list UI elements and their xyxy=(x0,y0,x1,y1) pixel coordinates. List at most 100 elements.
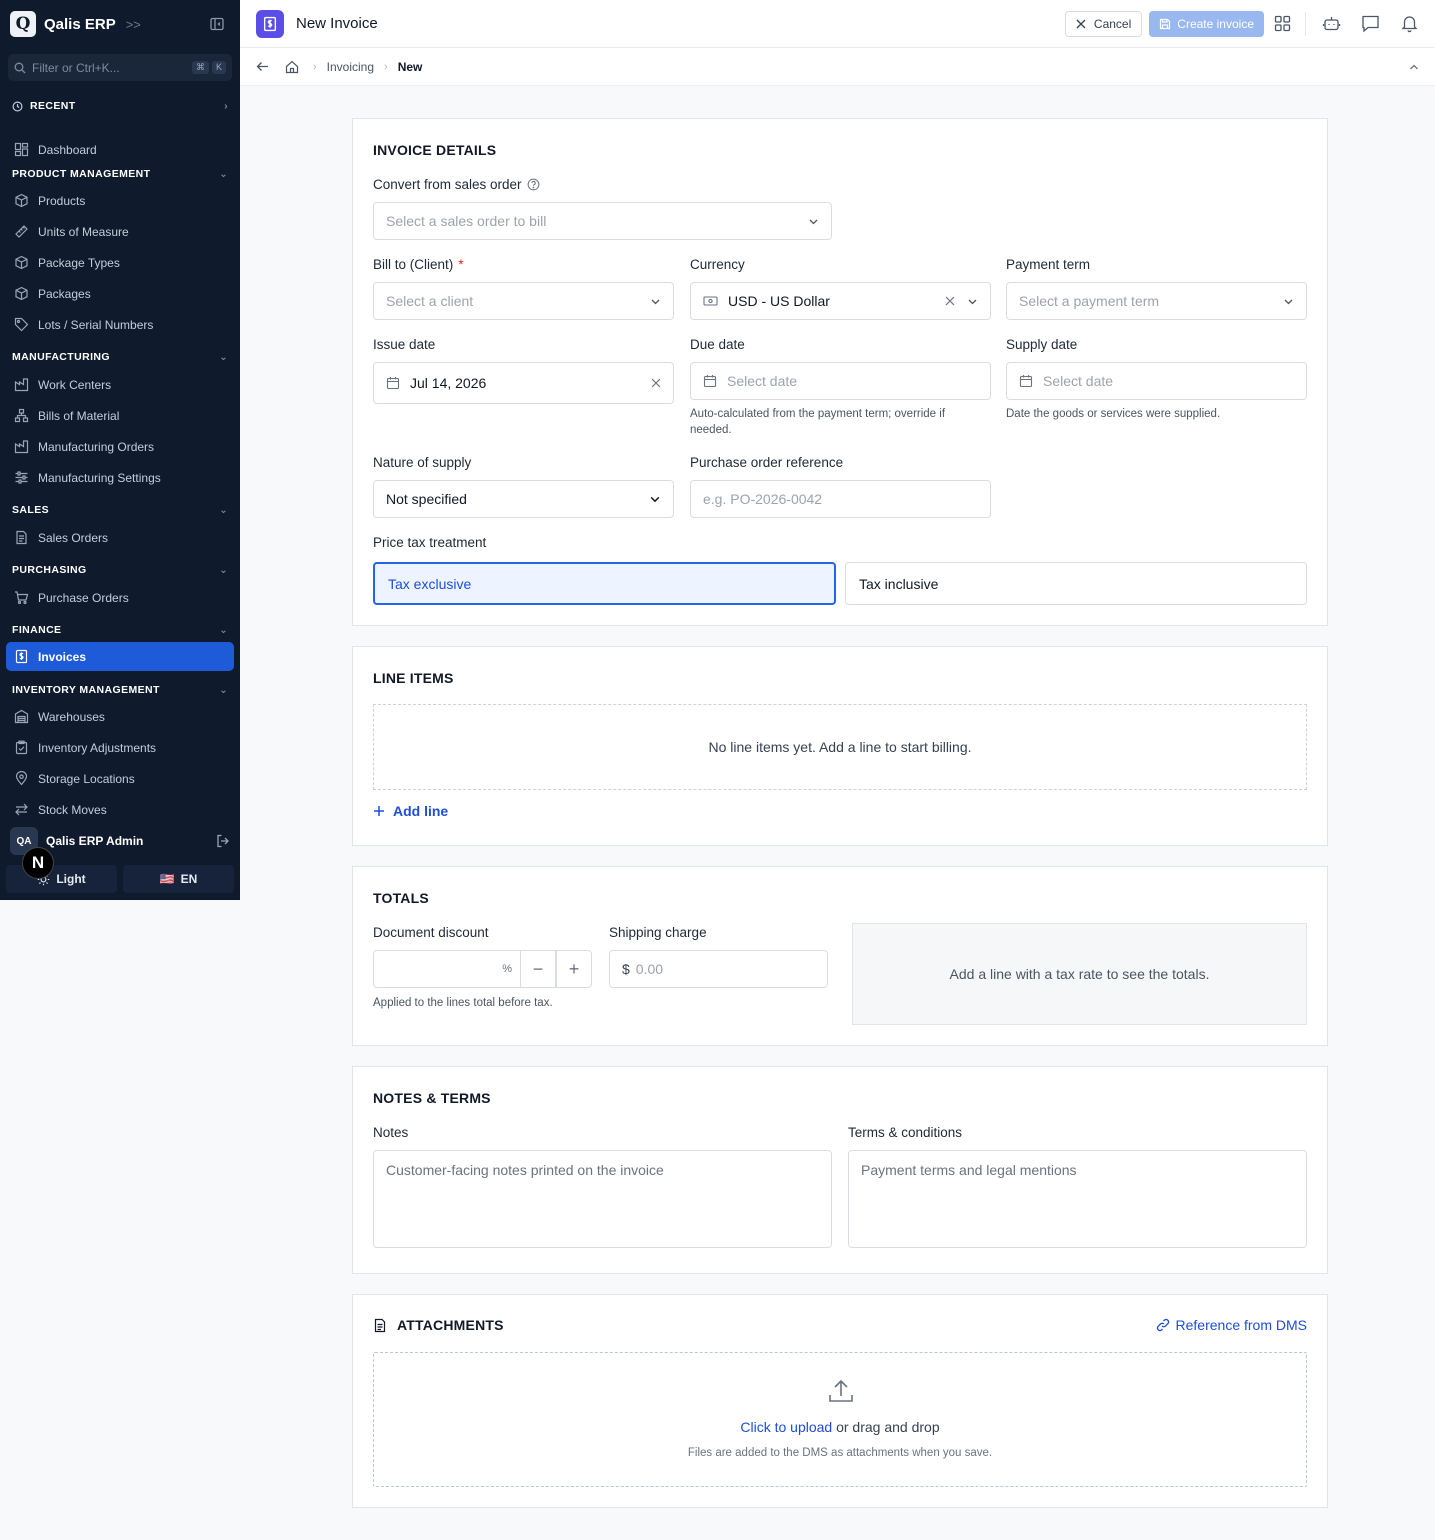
tax-exclusive-option[interactable]: Tax exclusive xyxy=(373,562,836,605)
sidebar-recent[interactable]: RECENT › xyxy=(0,98,240,114)
chevron-down-icon xyxy=(650,496,660,503)
bill-to-label: Bill to (Client) * xyxy=(373,257,464,272)
sidebar-item-warehouses[interactable]: Warehouses xyxy=(6,702,234,731)
reference-from-dms-link[interactable]: Reference from DMS xyxy=(1156,1317,1307,1333)
clipboard-check-icon xyxy=(15,740,28,755)
sidebar-item-label: Manufacturing Settings xyxy=(38,470,161,485)
sidebar-item-label: Products xyxy=(38,193,86,208)
client-select[interactable]: Select a client xyxy=(373,282,674,320)
section-label: PRODUCT MANAGEMENT xyxy=(12,168,151,180)
discount-input[interactable]: % xyxy=(373,950,521,988)
banknote-icon xyxy=(703,296,718,306)
due-date-input[interactable]: Select date xyxy=(690,362,991,400)
line-items-empty: No line items yet. Add a line to start b… xyxy=(373,704,1307,790)
required-marker: * xyxy=(458,257,464,272)
help-circle-icon[interactable] xyxy=(527,178,540,191)
kbd-k: K xyxy=(211,61,226,74)
calendar-icon xyxy=(703,375,717,388)
upload-dropzone[interactable]: Click to upload or drag and drop Files a… xyxy=(373,1352,1307,1487)
sidebar-item-lots[interactable]: Lots / Serial Numbers xyxy=(6,310,234,339)
sidebar-section-purchasing[interactable]: PURCHASING ⌄ xyxy=(0,562,240,578)
sidebar-section-finance[interactable]: FINANCE ⌄ xyxy=(0,622,240,638)
section-label: SALES xyxy=(12,504,50,516)
chevrons-right-icon[interactable]: >> xyxy=(126,17,141,32)
plus-icon: + xyxy=(568,958,580,979)
cart-icon xyxy=(15,591,29,605)
dev-tools-badge[interactable]: N xyxy=(22,847,54,879)
discount-increment-button[interactable]: + xyxy=(556,950,592,988)
sidebar-item-label: Work Centers xyxy=(38,377,112,392)
upload-prompt: Click to upload or drag and drop xyxy=(374,1419,1306,1435)
sidebar-search[interactable]: Filter or Ctrl+K... ⌘ K xyxy=(8,54,232,81)
grid-icon[interactable] xyxy=(1274,15,1291,32)
sidebar-item-storage-locations[interactable]: Storage Locations xyxy=(6,764,234,793)
terms-textarea[interactable]: Payment terms and legal mentions xyxy=(848,1150,1307,1248)
shipping-charge-input[interactable]: $ 0.00 xyxy=(609,950,828,988)
create-invoice-button[interactable]: Create invoice xyxy=(1149,10,1264,37)
sidebar-section-inventory[interactable]: INVENTORY MANAGEMENT ⌄ xyxy=(0,682,240,698)
sidebar-section-product[interactable]: PRODUCT MANAGEMENT ⌄ xyxy=(0,166,240,182)
sidebar-item-label: Storage Locations xyxy=(38,771,135,786)
po-reference-input[interactable]: e.g. PO-2026-0042 xyxy=(690,480,991,518)
back-arrow-icon[interactable] xyxy=(256,60,269,73)
nature-of-supply-select[interactable]: Not specified xyxy=(373,480,674,518)
sidebar-item-invoices[interactable]: Invoices xyxy=(6,642,234,671)
bot-icon[interactable] xyxy=(1322,14,1341,33)
select-placeholder: Select a payment term xyxy=(1019,293,1160,309)
sidebar-item-bom[interactable]: Bills of Material xyxy=(6,401,234,430)
clear-icon[interactable] xyxy=(651,378,661,388)
sidebar-collapse-icon[interactable] xyxy=(210,17,224,31)
header-divider xyxy=(1305,11,1306,36)
breadcrumb-current: New xyxy=(397,59,423,74)
add-line-button[interactable]: Add line xyxy=(373,803,448,819)
logout-icon[interactable] xyxy=(216,834,230,848)
home-icon[interactable] xyxy=(285,60,299,74)
sidebar-item-package-types[interactable]: Package Types xyxy=(6,248,234,277)
sidebar-item-label: Stock Moves xyxy=(38,802,107,817)
supply-date-help: Date the goods or services were supplied… xyxy=(1006,408,1221,420)
click-to-upload-link[interactable]: Click to upload xyxy=(740,1419,832,1435)
payment-term-select[interactable]: Select a payment term xyxy=(1006,282,1307,320)
map-pin-icon xyxy=(15,771,28,786)
sidebar-item-stock-moves[interactable]: Stock Moves xyxy=(6,795,234,824)
supply-date-input[interactable]: Select date xyxy=(1006,362,1307,400)
chat-icon[interactable] xyxy=(1361,14,1380,33)
invoice-icon xyxy=(15,649,28,664)
currency-select[interactable]: USD - US Dollar xyxy=(690,282,991,320)
sidebar-section-manufacturing[interactable]: MANUFACTURING ⌄ xyxy=(0,349,240,365)
document-discount-label: Document discount xyxy=(373,925,489,940)
sales-order-select[interactable]: Select a sales order to bill xyxy=(373,202,832,240)
notes-textarea[interactable]: Customer-facing notes printed on the inv… xyxy=(373,1150,832,1248)
breadcrumb-invoicing[interactable]: Invoicing xyxy=(327,60,374,74)
sidebar-item-products[interactable]: Products xyxy=(6,186,234,215)
attachments-card: ATTACHMENTS Reference from DMS Click to … xyxy=(352,1294,1328,1508)
tax-inclusive-option[interactable]: Tax inclusive xyxy=(845,562,1307,605)
sidebar-section-sales[interactable]: SALES ⌄ xyxy=(0,502,240,518)
discount-decrement-button[interactable]: − xyxy=(520,950,556,988)
app-logo[interactable]: Q xyxy=(10,11,36,37)
input-placeholder: e.g. PO-2026-0042 xyxy=(703,491,823,507)
clear-icon[interactable] xyxy=(945,296,955,306)
sidebar-item-label: Manufacturing Orders xyxy=(38,439,155,454)
issue-date-input[interactable]: Jul 14, 2026 xyxy=(373,362,674,404)
bill-to-label-text: Bill to (Client) xyxy=(373,257,454,272)
language-button[interactable]: 🇺🇸 EN xyxy=(123,865,234,893)
sidebar-item-uom[interactable]: Units of Measure xyxy=(6,217,234,246)
cancel-button[interactable]: Cancel xyxy=(1064,10,1143,37)
section-label: PURCHASING xyxy=(12,564,87,576)
app-name[interactable]: Qalis ERP xyxy=(44,16,116,33)
sidebar-item-mo[interactable]: Manufacturing Orders xyxy=(6,432,234,461)
sidebar-item-inventory-adjustments[interactable]: Inventory Adjustments xyxy=(6,733,234,762)
sidebar-item-dashboard[interactable]: Dashboard xyxy=(6,135,234,164)
chevron-down-icon: ⌄ xyxy=(219,624,228,636)
factory-icon xyxy=(14,440,29,454)
sidebar-item-purchase-orders[interactable]: Purchase Orders xyxy=(6,583,234,612)
sidebar-item-packages[interactable]: Packages xyxy=(6,279,234,308)
sidebar-item-sales-orders[interactable]: Sales Orders xyxy=(6,523,234,552)
chevron-up-icon[interactable] xyxy=(1409,62,1419,72)
cancel-label: Cancel xyxy=(1093,16,1132,31)
sidebar-item-work-centers[interactable]: Work Centers xyxy=(6,370,234,399)
bell-icon[interactable] xyxy=(1400,14,1419,33)
sidebar-item-mfg-settings[interactable]: Manufacturing Settings xyxy=(6,463,234,492)
upload-help: Files are added to the DMS as attachment… xyxy=(687,1447,993,1459)
